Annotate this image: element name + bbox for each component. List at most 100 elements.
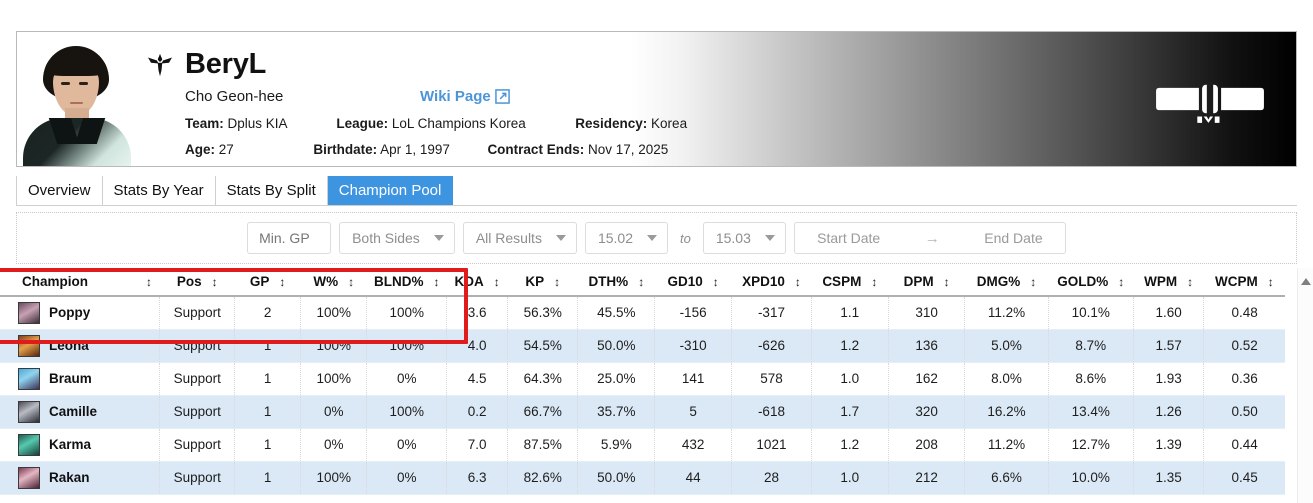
sort-icon[interactable]: ↕ — [1187, 275, 1193, 289]
column-header-cspm[interactable]: CSPM ↕ — [811, 268, 889, 297]
sort-icon[interactable]: ↕ — [871, 275, 877, 289]
sort-icon[interactable]: ↕ — [146, 275, 152, 289]
tab-stats-by-year[interactable]: Stats By Year — [102, 176, 216, 205]
results-select[interactable]: All Results — [462, 222, 577, 254]
tab-stats-by-split-label: Stats By Split — [226, 182, 316, 199]
column-header-pos[interactable]: Pos ↕ — [159, 268, 235, 297]
sort-icon[interactable]: ↕ — [279, 275, 285, 289]
dpm-cell: 310 — [888, 296, 966, 330]
arrow-right-icon: → — [924, 229, 940, 247]
gd10-cell: -310 — [654, 329, 732, 363]
blnd-cell: 0% — [366, 461, 448, 495]
column-header-kda[interactable]: KDA ↕ — [446, 268, 508, 297]
gold-cell: 8.6% — [1048, 362, 1134, 396]
filter-toolbar: Both Sides All Results 15.02 to 15.03 St… — [16, 212, 1297, 264]
dpm-cell: 212 — [888, 461, 966, 495]
column-header-wcpm[interactable]: WCPM ↕ — [1203, 268, 1285, 297]
patch-from-select[interactable]: 15.02 — [584, 222, 668, 254]
blnd-cell: 0% — [366, 428, 448, 462]
column-header-dmg[interactable]: DMG% ↕ — [964, 268, 1049, 297]
sort-icon[interactable]: ↕ — [1030, 275, 1036, 289]
patch-range-to-label: to — [680, 230, 691, 246]
sort-icon[interactable]: ↕ — [713, 275, 719, 289]
dmg-cell: 6.6% — [964, 461, 1049, 495]
column-header-kp[interactable]: KP ↕ — [507, 268, 578, 297]
residency-label: Residency: — [575, 116, 648, 131]
min-gp-input[interactable] — [247, 222, 332, 254]
column-header-cspm-label: CSPM — [822, 274, 862, 289]
patch-to-select[interactable]: 15.03 — [702, 222, 786, 254]
kp-cell: 82.6% — [507, 461, 579, 495]
end-date-field[interactable]: End Date — [984, 230, 1042, 246]
sort-icon[interactable]: ↕ — [554, 275, 560, 289]
column-header-gd10[interactable]: GD10 ↕ — [654, 268, 732, 297]
column-header-blnd[interactable]: BLND% ↕ — [366, 268, 447, 297]
champion-pool-table-container: Champion ↕ Pos ↕ GP ↕ W% ↕ BLND% ↕ KDA ↕… — [0, 268, 1313, 503]
pos-cell: Support — [159, 395, 236, 429]
column-header-kp-label: KP — [525, 274, 545, 289]
date-range-picker[interactable]: Start Date → End Date — [793, 222, 1066, 254]
column-header-wpm[interactable]: WPM ↕ — [1133, 268, 1204, 297]
cspm-cell: 1.1 — [811, 296, 889, 330]
tab-overview-label: Overview — [28, 182, 91, 199]
scroll-up-arrow-icon[interactable] — [1301, 278, 1311, 285]
sort-icon[interactable]: ↕ — [638, 275, 644, 289]
champion-cell: Rakan — [0, 461, 161, 495]
table-row[interactable]: Poppy Support 2 100% 100% 3.6 56.3% 45.5… — [0, 296, 1285, 330]
column-header-champion[interactable]: Champion ↕ — [0, 268, 160, 297]
sort-icon[interactable]: ↕ — [1268, 275, 1274, 289]
xpd10-cell: -626 — [731, 329, 812, 363]
dmg-cell: 16.2% — [964, 395, 1049, 429]
team-value: Dplus KIA — [227, 116, 287, 131]
team-label: Team: — [185, 116, 224, 131]
xpd10-cell: 578 — [731, 362, 812, 396]
wcpm-cell: 0.52 — [1203, 329, 1285, 363]
sort-icon[interactable]: ↕ — [434, 275, 440, 289]
wp-cell: 100% — [300, 329, 368, 363]
sort-icon[interactable]: ↕ — [494, 275, 500, 289]
tab-overview[interactable]: Overview — [16, 176, 103, 205]
table-row[interactable]: Braum Support 1 100% 0% 4.5 64.3% 25.0% … — [0, 362, 1285, 396]
wiki-page-link[interactable]: Wiki Page — [420, 88, 510, 105]
champion-name: Leona — [49, 338, 89, 353]
birthdate-label: Birthdate: — [313, 142, 378, 157]
column-header-blnd-label: BLND% — [374, 274, 424, 289]
xpd10-cell: 28 — [731, 461, 812, 495]
column-header-xpd10[interactable]: XPD10 ↕ — [731, 268, 812, 297]
column-header-champion-label: Champion — [22, 274, 88, 289]
start-date-field[interactable]: Start Date — [817, 230, 880, 246]
sort-icon[interactable]: ↕ — [795, 275, 801, 289]
column-header-gold[interactable]: GOLD% ↕ — [1048, 268, 1134, 297]
contract-ends-value: Nov 17, 2025 — [587, 142, 669, 157]
gp-cell: 1 — [234, 395, 302, 429]
column-header-dth[interactable]: DTH% ↕ — [577, 268, 655, 297]
tab-champion-pool[interactable]: Champion Pool — [327, 176, 454, 205]
gold-cell: 10.0% — [1048, 461, 1134, 495]
table-row[interactable]: Leona Support 1 100% 100% 4.0 54.5% 50.0… — [0, 329, 1285, 363]
kda-cell: 6.3 — [446, 461, 509, 495]
dth-cell: 35.7% — [577, 395, 656, 429]
sort-icon[interactable]: ↕ — [212, 275, 218, 289]
page-root: BeryL Cho Geon-hee Wiki Page Team: Dplus… — [0, 0, 1313, 503]
column-header-dpm[interactable]: DPM ↕ — [888, 268, 965, 297]
table-row[interactable]: Rakan Support 1 100% 0% 6.3 82.6% 50.0% … — [0, 461, 1285, 495]
column-header-wp[interactable]: W% ↕ — [300, 268, 367, 297]
table-vertical-scrollbar[interactable] — [1297, 268, 1313, 503]
sort-icon[interactable]: ↕ — [1118, 275, 1124, 289]
sides-select[interactable]: Both Sides — [339, 222, 455, 254]
kia-team-logo-icon — [1156, 81, 1264, 123]
column-header-pos-label: Pos — [176, 274, 202, 289]
sort-icon[interactable]: ↕ — [348, 275, 354, 289]
table-row[interactable]: Camille Support 1 0% 100% 0.2 66.7% 35.7… — [0, 395, 1285, 429]
tab-bar: Overview Stats By Year Stats By Split Ch… — [16, 176, 1297, 206]
gp-cell: 1 — [234, 461, 302, 495]
player-header-card: BeryL Cho Geon-hee Wiki Page Team: Dplus… — [16, 31, 1297, 167]
tab-stats-by-split[interactable]: Stats By Split — [215, 176, 328, 205]
table-row[interactable]: Karma Support 1 0% 0% 7.0 87.5% 5.9% 432… — [0, 428, 1285, 462]
xpd10-cell: -618 — [731, 395, 812, 429]
column-header-gp[interactable]: GP ↕ — [234, 268, 301, 297]
blnd-cell: 100% — [366, 329, 448, 363]
column-header-wpm-label: WPM — [1144, 274, 1178, 289]
tab-stats-by-year-label: Stats By Year — [113, 182, 204, 199]
sort-icon[interactable]: ↕ — [944, 275, 950, 289]
